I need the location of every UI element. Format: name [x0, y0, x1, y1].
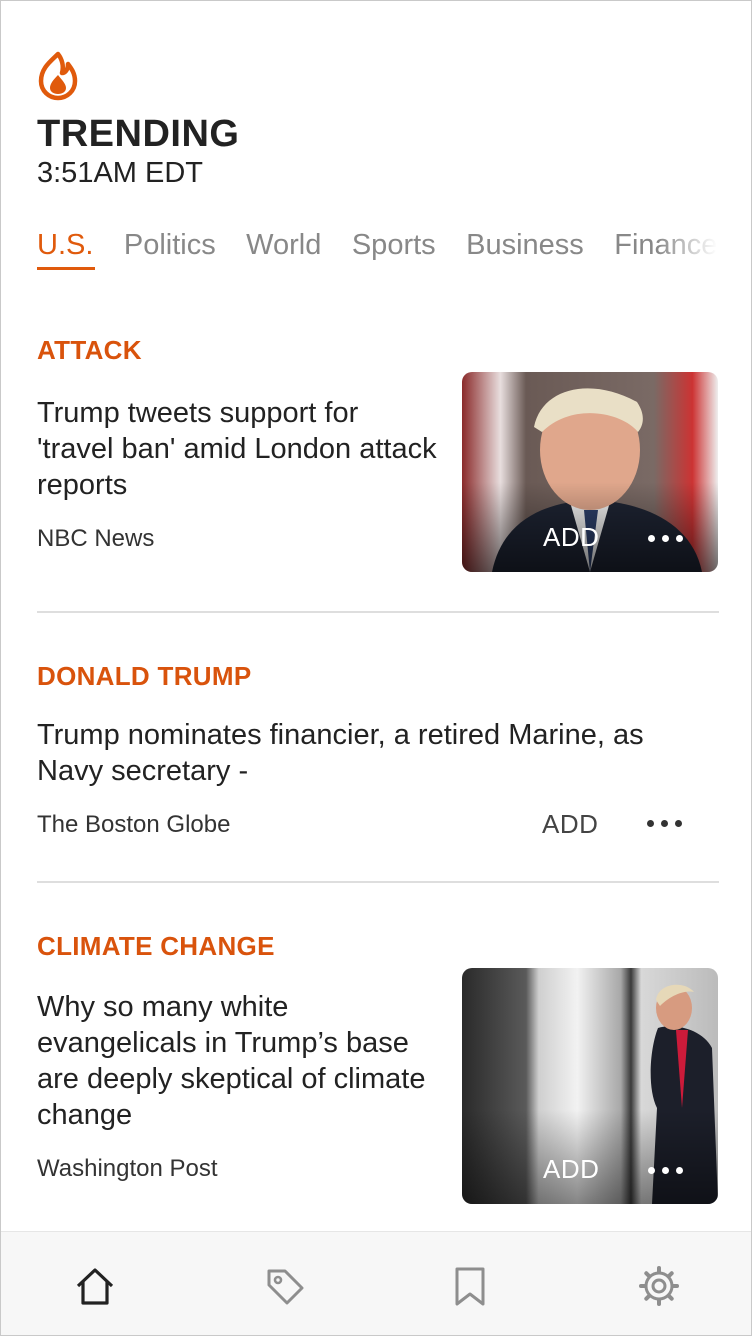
thumbnail-actions: ADD — [462, 522, 718, 554]
story-topic[interactable]: CLIMATE CHANGE — [37, 931, 719, 962]
story-source: Washington Post — [37, 1155, 218, 1182]
category-tabs: U.S. Politics World Sports Business Fina… — [37, 229, 719, 291]
story-thumbnail[interactable]: ADD — [462, 968, 718, 1204]
more-options-button[interactable] — [647, 807, 682, 839]
story-card[interactable]: DONALD TRUMP Trump nominates financier, … — [37, 661, 719, 839]
bookmark-icon[interactable] — [448, 1264, 492, 1308]
story-source: The Boston Globe — [37, 811, 231, 838]
divider — [37, 881, 719, 883]
tab-us[interactable]: U.S. — [37, 229, 96, 276]
more-options-button[interactable] — [648, 1154, 683, 1186]
story-thumbnail[interactable]: ADD — [462, 372, 718, 572]
add-button[interactable]: ADD — [543, 522, 599, 553]
tag-icon[interactable] — [263, 1264, 307, 1308]
divider — [37, 611, 719, 613]
story-headline[interactable]: Why so many white evangelicals in Trump’… — [37, 989, 427, 1133]
app-screen: TRENDING 3:51AM EDT U.S. Politics World … — [0, 0, 752, 1336]
tab-sports[interactable]: Sports — [352, 229, 436, 276]
current-time: 3:51AM EDT — [37, 157, 203, 189]
tab-business[interactable]: Business — [466, 229, 584, 276]
page-title: TRENDING — [37, 113, 240, 155]
more-options-button[interactable] — [648, 522, 683, 554]
story-topic[interactable]: DONALD TRUMP — [37, 661, 719, 692]
tabs-fade-overlay — [657, 229, 717, 279]
story-headline[interactable]: Trump nominates financier, a retired Mar… — [37, 717, 717, 789]
story-topic[interactable]: ATTACK — [37, 335, 719, 366]
story-source: NBC News — [37, 525, 155, 552]
thumbnail-actions: ADD — [462, 1154, 718, 1186]
story-headline[interactable]: Trump tweets support for 'travel ban' am… — [37, 395, 437, 503]
add-button[interactable]: ADD — [542, 809, 598, 840]
add-button[interactable]: ADD — [543, 1154, 599, 1185]
tab-world[interactable]: World — [246, 229, 321, 276]
story-card[interactable]: ATTACK Trump tweets support for 'travel … — [37, 335, 719, 552]
tab-politics[interactable]: Politics — [124, 229, 216, 276]
bottom-tab-bar — [1, 1231, 751, 1335]
settings-icon[interactable] — [637, 1264, 681, 1308]
flame-icon — [37, 51, 79, 101]
story-card[interactable]: CLIMATE CHANGE Why so many white evangel… — [37, 931, 719, 1182]
home-icon[interactable] — [73, 1264, 117, 1308]
